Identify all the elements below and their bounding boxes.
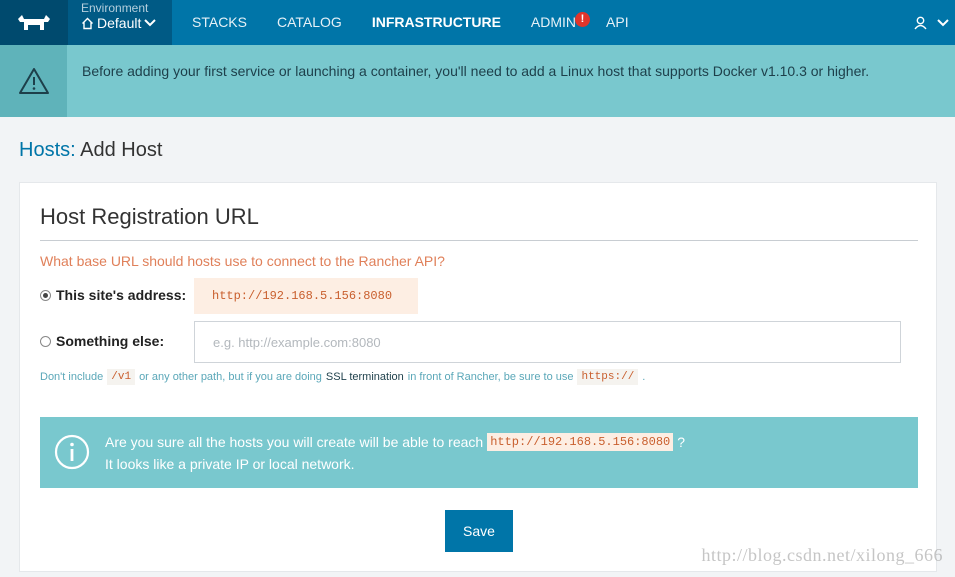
nav-item-api[interactable]: API [586, 0, 639, 45]
help-middle: or any other path, but if you are doing [139, 371, 322, 383]
option-something-else-label: Something else: [56, 333, 165, 349]
warning-icon [18, 68, 49, 94]
environment-value: Default [81, 15, 157, 31]
option-something-else[interactable]: Something else: [40, 333, 164, 349]
info-suffix: ? [677, 434, 686, 450]
info-prefix: Are you sure all the hosts you will crea… [105, 434, 484, 450]
page-title: Hosts: Add Host [19, 139, 162, 162]
radio-something-else[interactable] [40, 335, 51, 347]
section-title: Host Registration URL [40, 204, 259, 229]
nav-item-admin[interactable]: ADMIN ! [511, 0, 590, 45]
save-button[interactable]: Save [445, 510, 513, 552]
banner-icon-container [0, 45, 67, 117]
host-registration-card: Host Registration URL What base URL shou… [19, 182, 937, 572]
custom-url-input[interactable] [194, 321, 901, 363]
option-site-address[interactable]: This site's address: [40, 287, 186, 303]
home-icon [82, 17, 93, 29]
help-code-https: https:// [577, 369, 639, 385]
info-url: http://192.168.5.156:8080 [487, 433, 674, 451]
chevron-down-icon [144, 19, 157, 27]
environment-name: Default [97, 15, 142, 31]
top-nav: Environment Default STACKS CATALOG INFRA… [0, 0, 955, 45]
watermark: http://blog.csdn.net/xilong_666 [701, 545, 943, 565]
nav-item-admin-label: ADMIN [530, 14, 577, 30]
option-site-address-label: This site's address: [56, 287, 187, 303]
help-after-ssl: in front of Rancher, be sure to use [407, 371, 574, 383]
chevron-down-icon [937, 18, 949, 26]
rancher-cow-icon [18, 14, 50, 30]
help-text: Don't include /v1 or any other path, but… [40, 369, 645, 385]
user-icon [914, 16, 927, 29]
info-note: It looks like a private IP or local netw… [105, 456, 355, 472]
nav-item-catalog[interactable]: CATALOG [257, 0, 352, 45]
info-alert: Are you sure all the hosts you will crea… [40, 417, 918, 488]
info-question: Are you sure all the hosts you will crea… [105, 433, 685, 451]
registration-question: What base URL should hosts use to connec… [40, 253, 445, 269]
environment-caption: Environment [81, 1, 149, 15]
help-prefix: Don't include [40, 371, 104, 383]
warning-banner: Before adding your first service or laun… [0, 45, 955, 117]
section-divider [40, 240, 918, 241]
ssl-termination-text: SSL termination [325, 371, 404, 383]
banner-text: Before adding your first service or laun… [82, 63, 870, 79]
main-nav: STACKS CATALOG INFRASTRUCTURE ADMIN ! AP… [172, 0, 639, 45]
info-icon [54, 434, 90, 470]
site-address-value: http://192.168.5.156:8080 [194, 278, 418, 314]
breadcrumb[interactable]: Hosts: [19, 139, 76, 161]
environment-switcher[interactable]: Environment Default [68, 0, 172, 45]
rancher-logo[interactable] [0, 0, 68, 45]
user-menu[interactable] [914, 0, 949, 45]
help-code-v1: /v1 [107, 369, 136, 385]
radio-site-address[interactable] [40, 289, 51, 301]
help-end: . [642, 371, 646, 383]
page-title-text: Add Host [80, 139, 163, 161]
nav-item-infrastructure[interactable]: INFRASTRUCTURE [352, 0, 511, 45]
nav-item-stacks[interactable]: STACKS [172, 0, 257, 45]
